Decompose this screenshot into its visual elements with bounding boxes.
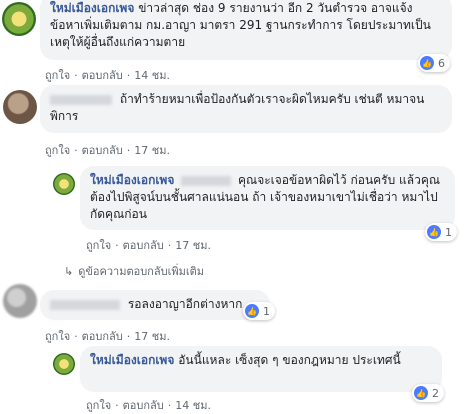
- like-link[interactable]: ถูกใจ: [86, 399, 111, 412]
- separator: ·: [167, 239, 172, 252]
- reply-link[interactable]: ตอบกลับ: [123, 399, 164, 412]
- separator: ·: [74, 144, 78, 157]
- reaction-number: 1: [445, 225, 452, 239]
- reaction-count[interactable]: 👍 1: [425, 223, 457, 241]
- reaction-number: 6: [438, 56, 445, 70]
- separator: ·: [74, 69, 78, 82]
- reply-link[interactable]: ตอบกลับ: [82, 144, 123, 157]
- timestamp[interactable]: 14 ชม.: [175, 399, 211, 412]
- view-more-replies[interactable]: ↳ ดูข้อความตอบกลับเพิ่มเติม: [64, 262, 204, 280]
- separator: ·: [126, 330, 131, 343]
- reaction-count[interactable]: 👍 2: [412, 384, 444, 402]
- comment-text: รอลงอาญาอีกต่างหาก: [127, 297, 243, 311]
- separator: ·: [74, 330, 78, 343]
- avatar[interactable]: [3, 284, 37, 318]
- reply-link[interactable]: ตอบกลับ: [82, 69, 123, 82]
- comment-bubble: ใหม่เมืองเอกเพจ ข่าวล่าสุด ช่อง 9 รายงาน…: [40, 0, 452, 60]
- reply-actions: ถูกใจ · ตอบกลับ · 14 ชม.: [86, 396, 211, 414]
- avatar[interactable]: [53, 353, 75, 375]
- thumbs-up-icon: 👍: [245, 304, 259, 318]
- reply-actions: ถูกใจ · ตอบกลับ · 17 ชม.: [86, 236, 211, 254]
- reply-arrow-icon: ↳: [64, 265, 74, 278]
- reaction-number: 2: [432, 386, 439, 400]
- comment-actions: ถูกใจ · ตอบกลับ · 14 ชม.: [45, 66, 170, 84]
- redacted-name: [50, 94, 112, 105]
- reply-text: อันนี้แหละ เซ็งสุด ๆ ของกฎหมาย ประเทศนี้: [178, 353, 401, 367]
- avatar[interactable]: [2, 2, 36, 36]
- reply-link[interactable]: ตอบกลับ: [82, 330, 123, 343]
- thumbs-up-icon: 👍: [420, 56, 434, 70]
- reply-bubble: ใหม่เมืองเอกเพจ คุณจะเจอข้อหาผิดไว้ ก่อน…: [80, 166, 455, 230]
- timestamp[interactable]: 17 ชม.: [175, 239, 211, 252]
- comment-bubble: ถ้าทำร้ายหมาเพื่อป้องกันตัวเราจะผิดไหมคร…: [40, 85, 452, 133]
- reply-author[interactable]: ใหม่เมืองเอกเพจ: [90, 353, 174, 367]
- like-link[interactable]: ถูกใจ: [45, 69, 70, 82]
- separator: ·: [115, 399, 119, 412]
- like-link[interactable]: ถูกใจ: [45, 330, 70, 343]
- reply-link[interactable]: ตอบกลับ: [123, 239, 164, 252]
- thumbs-up-icon: 👍: [427, 225, 441, 239]
- separator: ·: [126, 69, 131, 82]
- separator: ·: [167, 399, 172, 412]
- reaction-count[interactable]: 👍 1: [243, 302, 275, 320]
- redacted-text: [181, 175, 232, 186]
- comment-actions: ถูกใจ · ตอบกลับ · 17 ชม.: [45, 327, 170, 345]
- thumbs-up-icon: 👍: [414, 386, 428, 400]
- comment-author[interactable]: ใหม่เมืองเอกเพจ: [50, 1, 134, 15]
- reaction-number: 1: [263, 304, 270, 318]
- reaction-count[interactable]: 👍 6: [418, 54, 450, 72]
- avatar[interactable]: [3, 90, 37, 124]
- timestamp[interactable]: 17 ชม.: [134, 144, 170, 157]
- like-link[interactable]: ถูกใจ: [45, 144, 70, 157]
- separator: ·: [126, 144, 131, 157]
- view-more-replies-label: ดูข้อความตอบกลับเพิ่มเติม: [78, 265, 204, 278]
- reply-author[interactable]: ใหม่เมืองเอกเพจ: [90, 173, 174, 187]
- like-link[interactable]: ถูกใจ: [86, 239, 111, 252]
- reply-bubble: ใหม่เมืองเอกเพจ อันนี้แหละ เซ็งสุด ๆ ของ…: [80, 346, 442, 392]
- separator: ·: [115, 239, 119, 252]
- redacted-name: [50, 299, 120, 310]
- timestamp[interactable]: 14 ชม.: [134, 69, 170, 82]
- comment-bubble: รอลงอาญาอีกต่างหาก: [40, 290, 270, 320]
- avatar[interactable]: [53, 173, 75, 195]
- comment-actions: ถูกใจ · ตอบกลับ · 17 ชม.: [45, 141, 170, 159]
- timestamp[interactable]: 17 ชม.: [134, 330, 170, 343]
